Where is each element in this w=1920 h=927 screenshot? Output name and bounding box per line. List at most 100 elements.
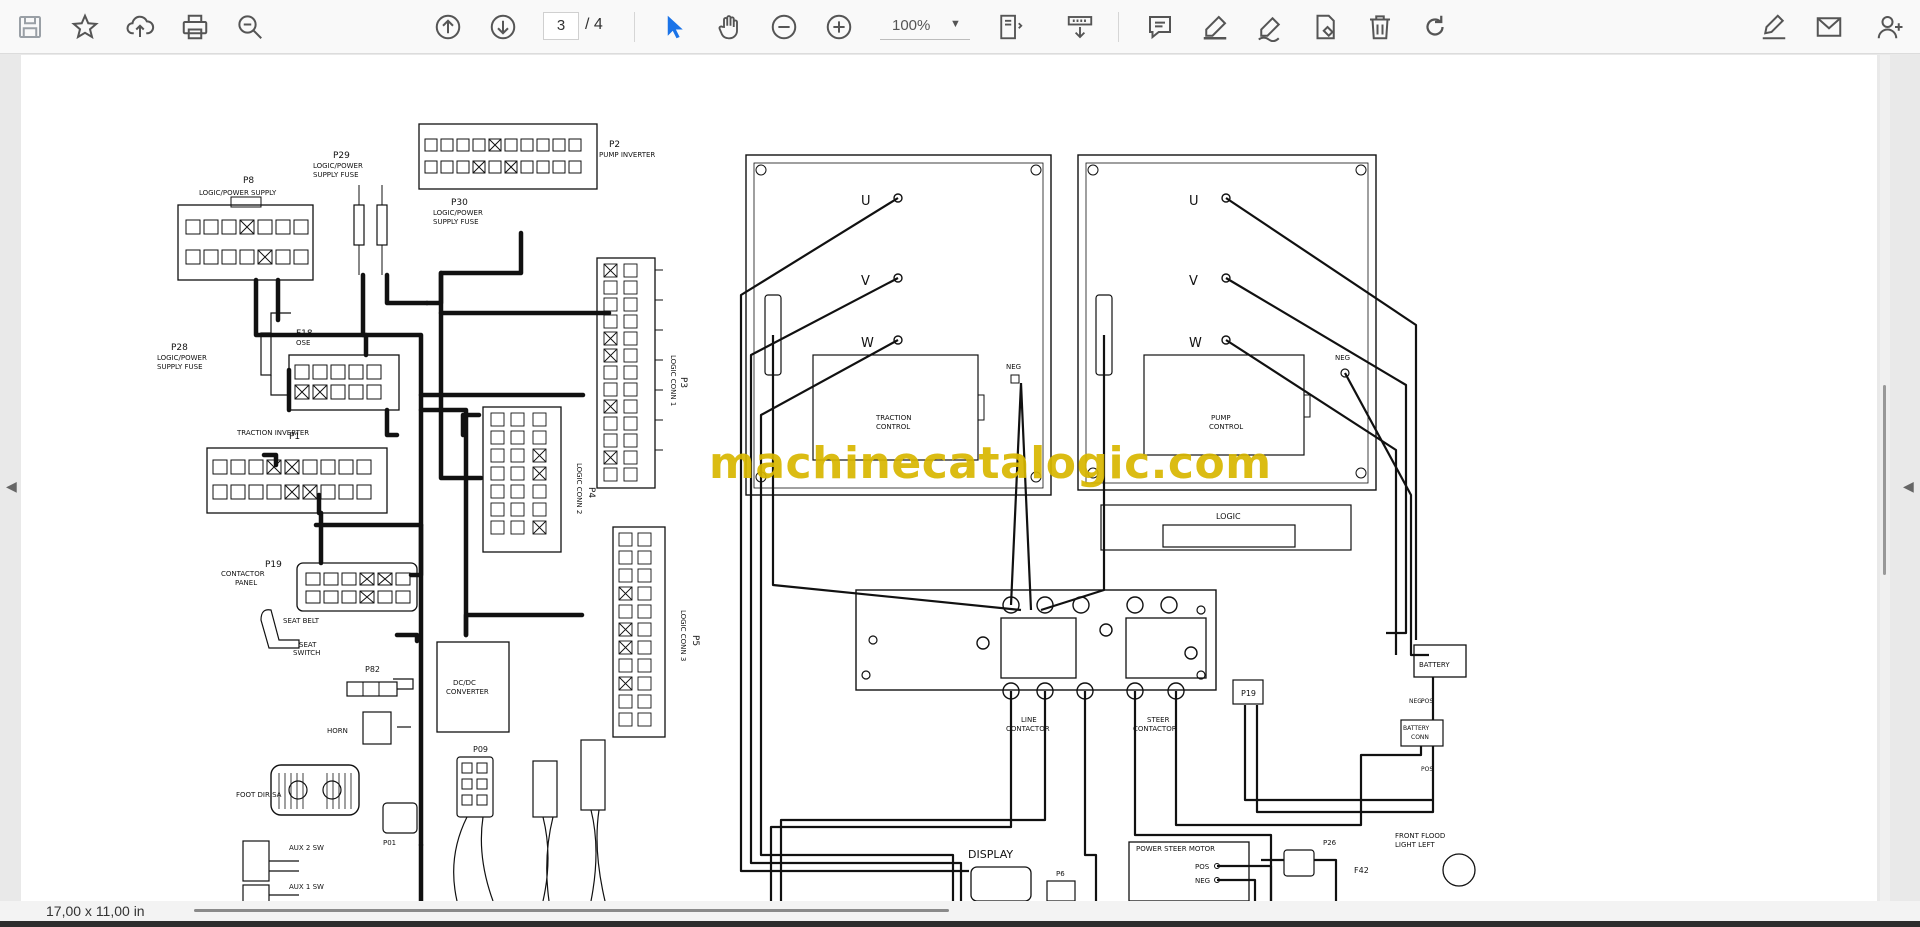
label-p3: P3 bbox=[678, 377, 688, 388]
page-number-input[interactable]: 3 bbox=[543, 12, 579, 40]
label-p30: P30 bbox=[451, 198, 468, 208]
zoom-out-icon[interactable] bbox=[766, 9, 802, 45]
label-p19-desc2: PANEL bbox=[235, 579, 257, 587]
label-f42: F42 bbox=[1354, 866, 1369, 875]
label-p28: P28 bbox=[171, 343, 188, 353]
label-pump-w: W bbox=[1189, 336, 1202, 351]
connector-f18 bbox=[288, 354, 400, 411]
connector-p2 bbox=[418, 123, 598, 190]
label-neg-motor: NEG bbox=[1195, 877, 1210, 885]
email-icon[interactable] bbox=[1811, 9, 1847, 45]
label-seat-switch2: SWITCH bbox=[293, 649, 320, 657]
rotate-icon[interactable] bbox=[1417, 9, 1453, 45]
label-seat-switch1: SEAT bbox=[299, 641, 317, 649]
label-battery-conn2: CONN bbox=[1411, 734, 1429, 741]
document-viewport[interactable]: P8 LOGIC/POWER SUPPLY P29 LOGIC/POWER SU… bbox=[0, 55, 1920, 901]
label-traction-v: V bbox=[861, 274, 870, 289]
label-line-contactor1: LINE bbox=[1021, 716, 1037, 724]
prev-page-icon[interactable] bbox=[430, 9, 466, 45]
label-p8: P8 bbox=[243, 176, 254, 186]
connector-p5 bbox=[612, 526, 666, 738]
toolbar-divider bbox=[1118, 12, 1119, 42]
window-bottom-edge bbox=[0, 921, 1920, 927]
label-horn: HORN bbox=[327, 727, 348, 735]
trash-icon[interactable] bbox=[1362, 9, 1398, 45]
draw-icon[interactable] bbox=[1252, 9, 1288, 45]
vertical-scrollbar[interactable] bbox=[1880, 55, 1890, 901]
label-front-flood1: FRONT FLOOD bbox=[1395, 832, 1445, 840]
label-p8-desc: LOGIC/POWER SUPPLY bbox=[199, 189, 277, 197]
label-p30-desc1: LOGIC/POWER bbox=[433, 209, 483, 217]
label-p29: P29 bbox=[333, 151, 350, 161]
label-pump-neg: NEG bbox=[1335, 354, 1350, 362]
p3-pins bbox=[603, 263, 638, 482]
label-steer-contactor2: CONTACTOR bbox=[1133, 725, 1177, 733]
label-traction-control1: TRACTION bbox=[875, 414, 912, 422]
status-bar: 17,00 x 11,00 in bbox=[0, 901, 1920, 921]
save-icon[interactable] bbox=[12, 9, 48, 45]
toolbar-divider bbox=[634, 12, 635, 42]
page-size-label: 17,00 x 11,00 in bbox=[46, 903, 145, 919]
scroll-mode-icon[interactable] bbox=[1062, 9, 1098, 45]
bookmark-star-icon[interactable] bbox=[67, 9, 103, 45]
main-harness bbox=[253, 230, 612, 901]
right-panel-toggle-icon[interactable]: ◀ bbox=[1903, 478, 1914, 495]
label-p5: P5 bbox=[690, 635, 700, 646]
upload-icon[interactable] bbox=[122, 9, 158, 45]
toolbar: 3 / 4 100% ▼ bbox=[0, 0, 1920, 54]
label-front-flood2: LIGHT LEFT bbox=[1395, 841, 1435, 849]
label-p09: P09 bbox=[473, 745, 488, 754]
zoom-in-icon[interactable] bbox=[821, 9, 857, 45]
comment-icon[interactable] bbox=[1142, 9, 1178, 45]
label-p29-desc2: SUPPLY FUSE bbox=[313, 171, 359, 179]
label-p82: P82 bbox=[365, 665, 380, 674]
zoom-search-icon[interactable] bbox=[232, 9, 268, 45]
label-aux2: AUX 2 SW bbox=[289, 844, 324, 852]
label-p19: P19 bbox=[265, 560, 282, 570]
stamp-icon[interactable] bbox=[1307, 9, 1343, 45]
label-pump-control2: CONTROL bbox=[1209, 423, 1243, 431]
add-user-icon[interactable] bbox=[1872, 9, 1908, 45]
zoom-value: 100% bbox=[892, 17, 931, 34]
label-p1: P1 bbox=[289, 432, 300, 442]
label-steer-contactor1: STEER bbox=[1147, 716, 1170, 724]
label-seat-belt: SEAT BELT bbox=[283, 617, 320, 625]
label-p19b: P19 bbox=[1241, 689, 1256, 698]
vertical-scroll-thumb[interactable] bbox=[1883, 385, 1886, 575]
pump-control-module bbox=[1077, 154, 1377, 551]
label-power-steer-motor: POWER STEER MOTOR bbox=[1136, 845, 1215, 853]
label-pump-u: U bbox=[1189, 194, 1199, 209]
connector-p3 bbox=[596, 257, 663, 489]
connector-p8 bbox=[177, 196, 314, 281]
fit-page-icon[interactable] bbox=[992, 9, 1028, 45]
pdf-page: P8 LOGIC/POWER SUPPLY P29 LOGIC/POWER SU… bbox=[21, 55, 1877, 901]
label-traction-w: W bbox=[861, 336, 874, 351]
highlight-pen-icon[interactable] bbox=[1197, 9, 1233, 45]
label-p28-desc1: LOGIC/POWER bbox=[157, 354, 207, 362]
label-p30-desc2: SUPPLY FUSE bbox=[433, 218, 479, 226]
zoom-select[interactable]: 100% ▼ bbox=[880, 12, 970, 40]
contactor-panel bbox=[855, 589, 1264, 705]
hand-icon[interactable] bbox=[711, 9, 747, 45]
label-p01: P01 bbox=[383, 839, 396, 847]
print-icon[interactable] bbox=[177, 9, 213, 45]
label-p28-desc2: SUPPLY FUSE bbox=[157, 363, 203, 371]
label-p29-desc1: LOGIC/POWER bbox=[313, 162, 363, 170]
horizontal-scroll-thumb[interactable] bbox=[194, 909, 949, 912]
left-panel-toggle-icon[interactable]: ◀ bbox=[6, 478, 17, 495]
label-traction-control2: CONTROL bbox=[876, 423, 910, 431]
select-cursor-icon[interactable] bbox=[656, 9, 692, 45]
connector-p4 bbox=[482, 406, 562, 553]
label-traction-u: U bbox=[861, 194, 871, 209]
next-page-icon[interactable] bbox=[485, 9, 521, 45]
label-pos-lower: POS bbox=[1421, 766, 1433, 773]
label-f18-desc: OSE bbox=[296, 339, 310, 347]
label-p4-desc: LOGIC CONN 2 bbox=[575, 463, 583, 514]
label-battery: BATTERY bbox=[1419, 661, 1450, 669]
label-pump-v: V bbox=[1189, 274, 1198, 289]
label-foot-dir: FOOT DIR SA bbox=[236, 791, 282, 799]
label-dcdc1: DC/DC bbox=[453, 679, 476, 687]
label-logic: LOGIC bbox=[1216, 512, 1241, 521]
sign-icon[interactable] bbox=[1756, 9, 1792, 45]
label-dcdc2: CONVERTER bbox=[446, 688, 489, 696]
